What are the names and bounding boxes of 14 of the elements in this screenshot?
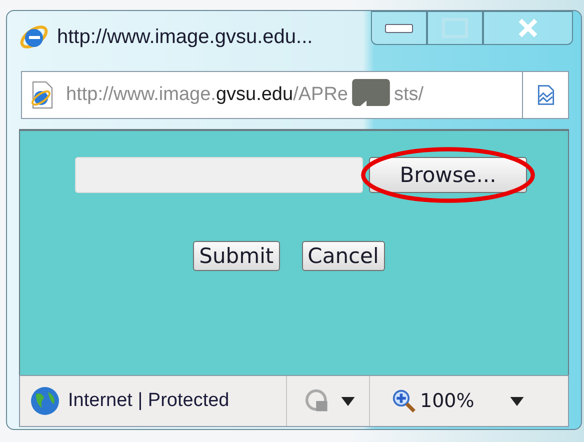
maximize-button[interactable] <box>427 11 483 45</box>
cancel-button[interactable]: Cancel <box>302 241 385 271</box>
zoom-icon <box>392 389 416 413</box>
security-zone-text: Internet | Protected <box>68 390 230 412</box>
dropdown-arrow-icon <box>341 396 355 406</box>
dropdown-arrow-icon <box>510 396 524 406</box>
browse-button[interactable]: Browse... <box>369 157 527 193</box>
file-path-field[interactable] <box>75 157 363 193</box>
submit-button[interactable]: Submit <box>193 241 280 271</box>
close-button[interactable] <box>483 11 573 45</box>
minimize-button[interactable] <box>371 11 427 45</box>
globe-icon <box>30 386 60 416</box>
zoom-level-text: 100% <box>420 390 474 412</box>
window-title: http://www.image.gvsu.edu... <box>57 26 313 48</box>
